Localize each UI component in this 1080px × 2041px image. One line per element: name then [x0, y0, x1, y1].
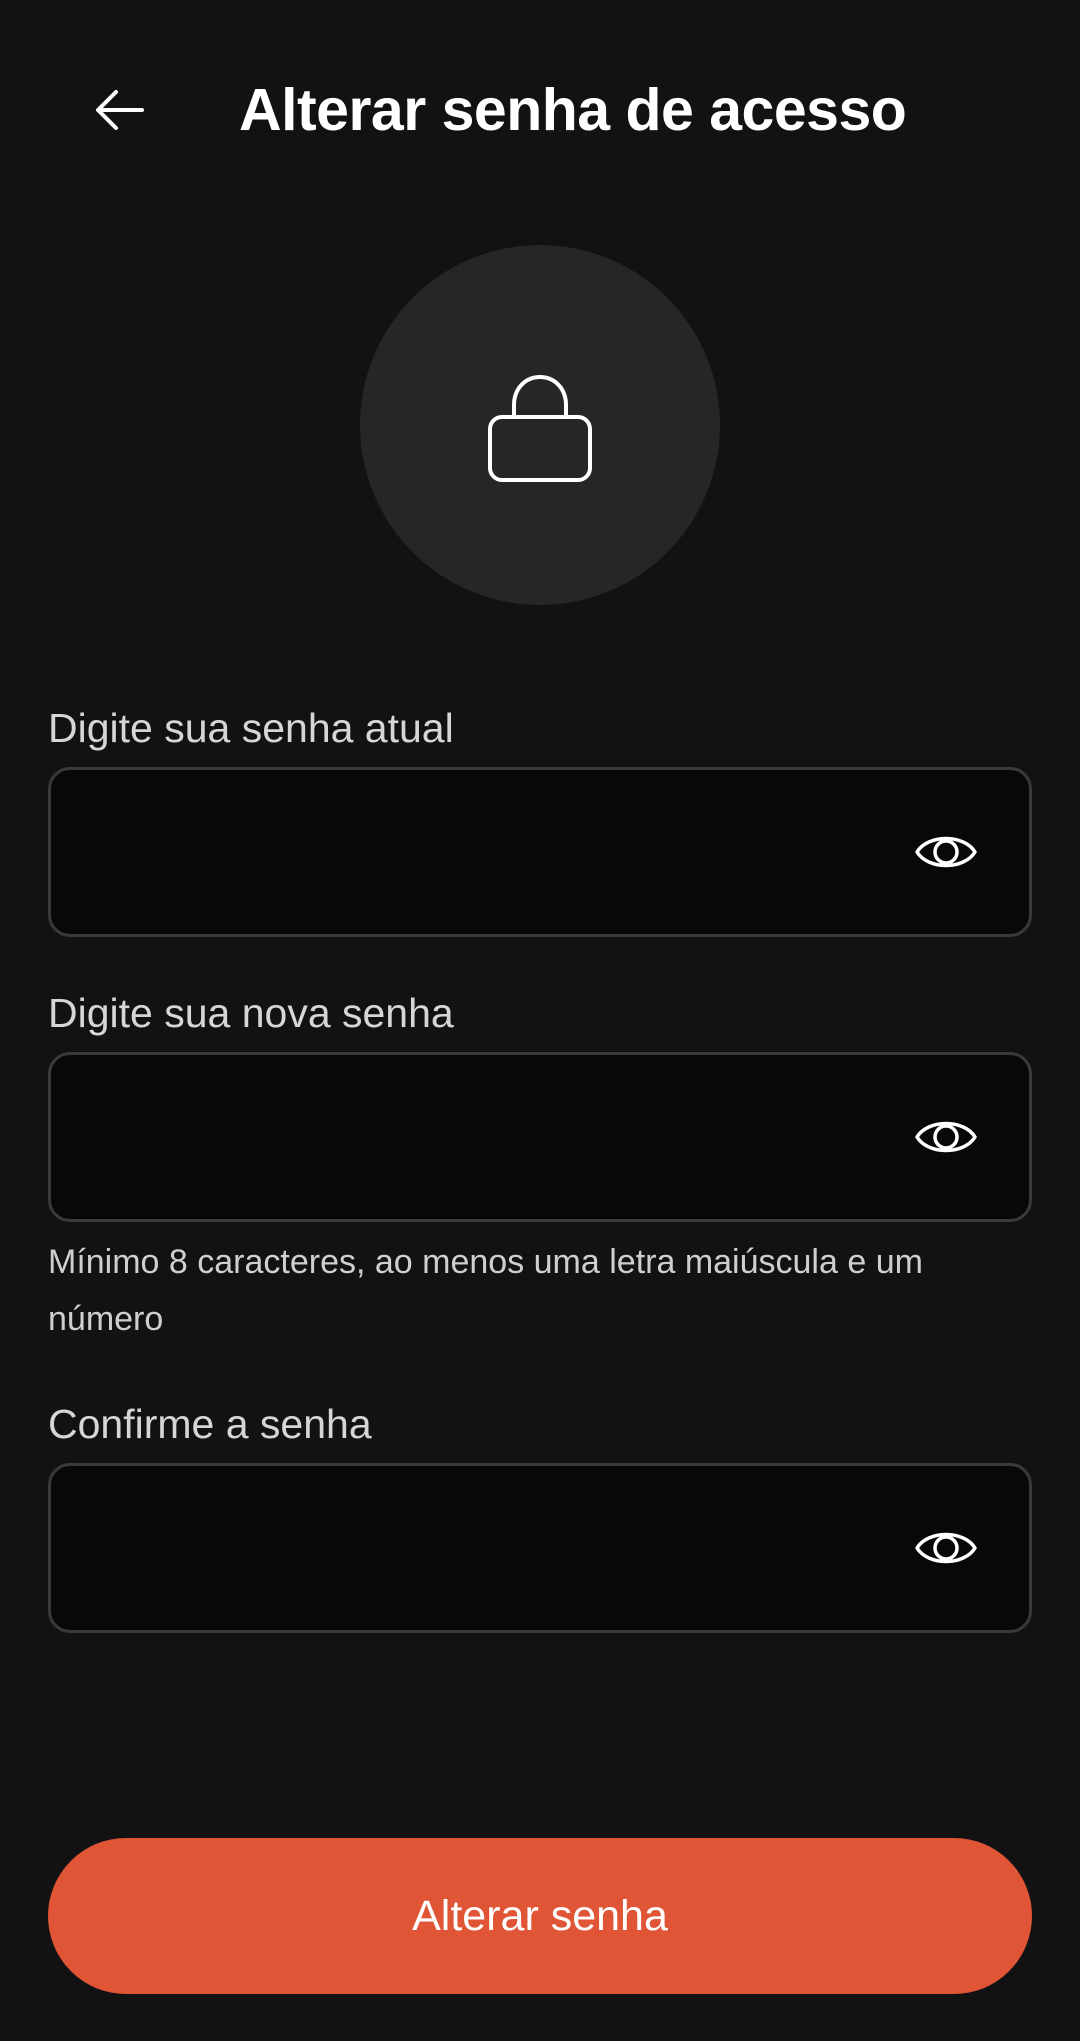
arrow-left-icon	[96, 90, 144, 130]
current-password-field[interactable]	[48, 767, 1032, 937]
back-button[interactable]	[80, 70, 160, 150]
lock-badge	[360, 245, 720, 605]
confirm-password-input[interactable]	[81, 1466, 901, 1630]
eye-icon	[915, 836, 977, 868]
change-password-button[interactable]: Alterar senha	[48, 1838, 1032, 1994]
new-password-field[interactable]	[48, 1052, 1032, 1222]
app-header: Alterar senha de acesso	[0, 0, 1080, 220]
toggle-new-password-visibility[interactable]	[911, 1102, 981, 1172]
toggle-confirm-password-visibility[interactable]	[911, 1513, 981, 1583]
lock-icon	[488, 374, 592, 482]
eye-icon	[915, 1121, 977, 1153]
page-title: Alterar senha de acesso	[239, 77, 907, 143]
new-password-label: Digite sua nova senha	[48, 990, 454, 1036]
confirm-password-field[interactable]	[48, 1463, 1032, 1633]
eye-icon	[915, 1532, 977, 1564]
confirm-password-label: Confirme a senha	[48, 1401, 372, 1447]
toggle-current-password-visibility[interactable]	[911, 817, 981, 887]
current-password-input[interactable]	[81, 770, 901, 934]
current-password-label: Digite sua senha atual	[48, 705, 454, 751]
new-password-input[interactable]	[81, 1055, 901, 1219]
password-requirements-hint: Mínimo 8 caracteres, ao menos uma letra …	[48, 1243, 923, 1338]
